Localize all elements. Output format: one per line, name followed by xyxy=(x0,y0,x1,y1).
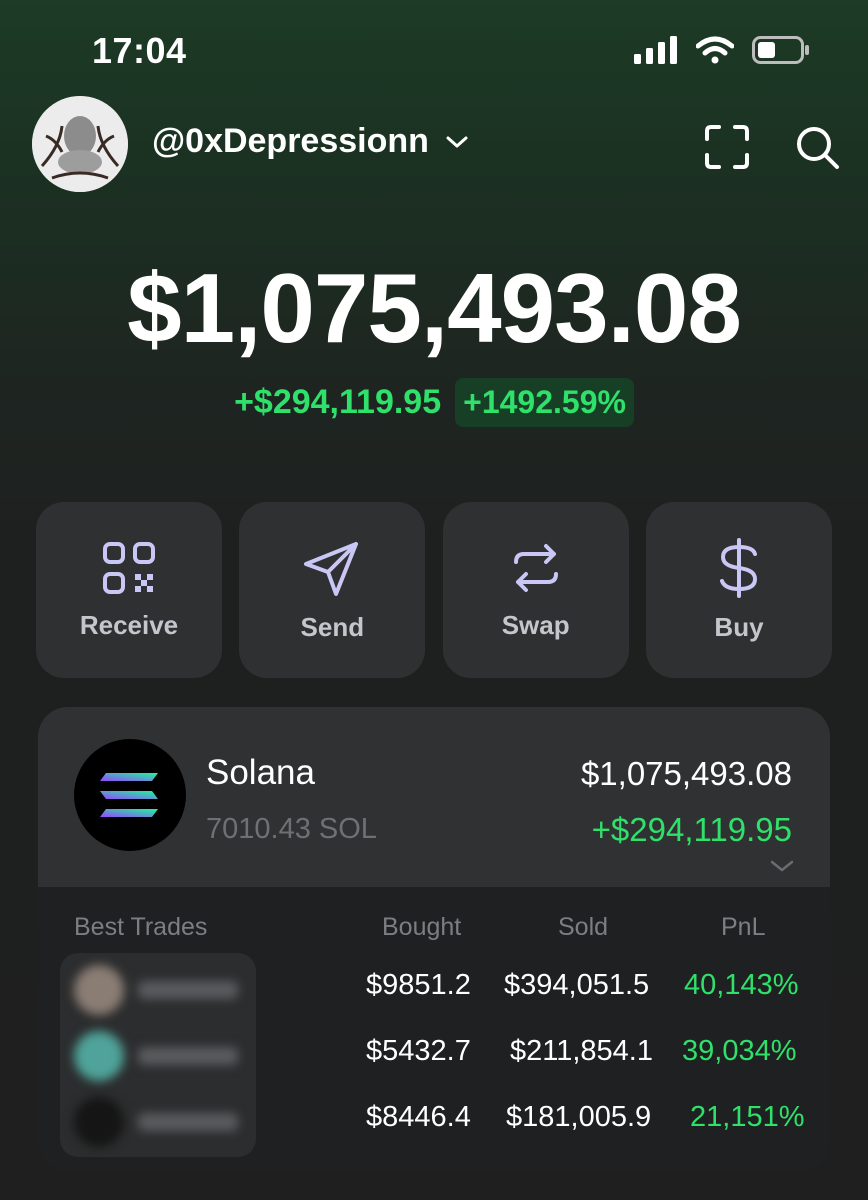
token-value: $1,075,493.08 xyxy=(580,755,792,792)
status-icons xyxy=(634,36,810,64)
battery-icon xyxy=(752,36,809,64)
sold-value: $394,051.5 xyxy=(504,969,650,1001)
trade-row[interactable]: $5432.7 $211,854.1 39,034% xyxy=(38,1035,830,1075)
trade-row[interactable]: $9851.2 $394,051.5 40,143% xyxy=(38,969,830,1009)
send-label: Send xyxy=(300,611,365,642)
balance-change: +$294,119.95 +1492.59% xyxy=(0,378,868,427)
header-bought: Bought xyxy=(382,913,462,941)
token-summary[interactable]: Solana 7010.43 SOL $1,075,493.08 +$294,1… xyxy=(38,707,830,887)
buy-button[interactable]: Buy xyxy=(645,502,832,678)
bought-value: $9851.2 xyxy=(366,969,471,1001)
pnl-value: 39,034% xyxy=(682,1035,797,1067)
wifi-icon xyxy=(696,36,734,64)
header-best-trades: Best Trades xyxy=(74,913,208,941)
solana-icon xyxy=(100,773,158,817)
pnl-value: 21,151% xyxy=(690,1101,805,1133)
scan-icon xyxy=(705,125,749,169)
swap-button[interactable]: Swap xyxy=(442,502,629,678)
dollar-icon xyxy=(719,537,757,598)
token-card: Solana 7010.43 SOL $1,075,493.08 +$294,1… xyxy=(38,707,830,1171)
send-button[interactable]: Send xyxy=(239,502,426,678)
sold-value: $211,854.1 xyxy=(510,1035,653,1067)
chevron-down-icon xyxy=(446,136,468,147)
header: @0xDepressionn xyxy=(32,96,842,196)
avatar[interactable] xyxy=(32,96,128,192)
signal-icon xyxy=(634,36,677,64)
account-switcher[interactable]: @0xDepressionn xyxy=(152,122,469,161)
change-percent-badge: +1492.59% xyxy=(455,378,634,427)
token-change: +$294,119.95 xyxy=(591,811,792,848)
solana-logo xyxy=(74,739,186,851)
swap-icon xyxy=(513,543,558,592)
header-actions xyxy=(702,122,842,172)
receive-button[interactable]: Receive xyxy=(36,502,222,678)
pnl-value: 40,143% xyxy=(684,969,799,1001)
header-sold: Sold xyxy=(558,913,609,941)
expand-chevron[interactable] xyxy=(770,859,794,878)
token-amount: 7010.43 SOL xyxy=(206,813,377,845)
search-button[interactable] xyxy=(792,122,842,172)
trade-row[interactable]: $8446.4 $181,005.9 21,151% xyxy=(38,1101,830,1141)
chevron-down-icon xyxy=(770,860,794,872)
token-name: Solana xyxy=(206,753,315,792)
qr-code-icon xyxy=(103,541,155,594)
action-buttons: Receive Send Swap Buy xyxy=(36,502,832,678)
status-time: 17:04 xyxy=(92,30,187,71)
change-amount: +$294,119.95 xyxy=(234,383,442,421)
total-balance: $1,075,493.08 xyxy=(127,253,742,363)
bought-value: $5432.7 xyxy=(366,1035,471,1067)
receive-label: Receive xyxy=(79,609,179,640)
username: @0xDepressionn xyxy=(152,122,429,160)
send-icon xyxy=(304,541,359,596)
buy-label: Buy xyxy=(714,611,764,642)
swap-label: Swap xyxy=(501,609,570,640)
search-icon xyxy=(797,127,839,169)
bought-value: $8446.4 xyxy=(366,1101,471,1133)
status-bar: 17:04 xyxy=(0,0,868,100)
header-pnl: PnL xyxy=(721,913,766,941)
scan-button[interactable] xyxy=(702,122,752,172)
avatar-image-icon xyxy=(32,96,128,192)
best-trades-section: Best Trades Bought Sold PnL $9851.2 $394… xyxy=(38,887,830,1171)
sold-value: $181,005.9 xyxy=(506,1101,652,1133)
